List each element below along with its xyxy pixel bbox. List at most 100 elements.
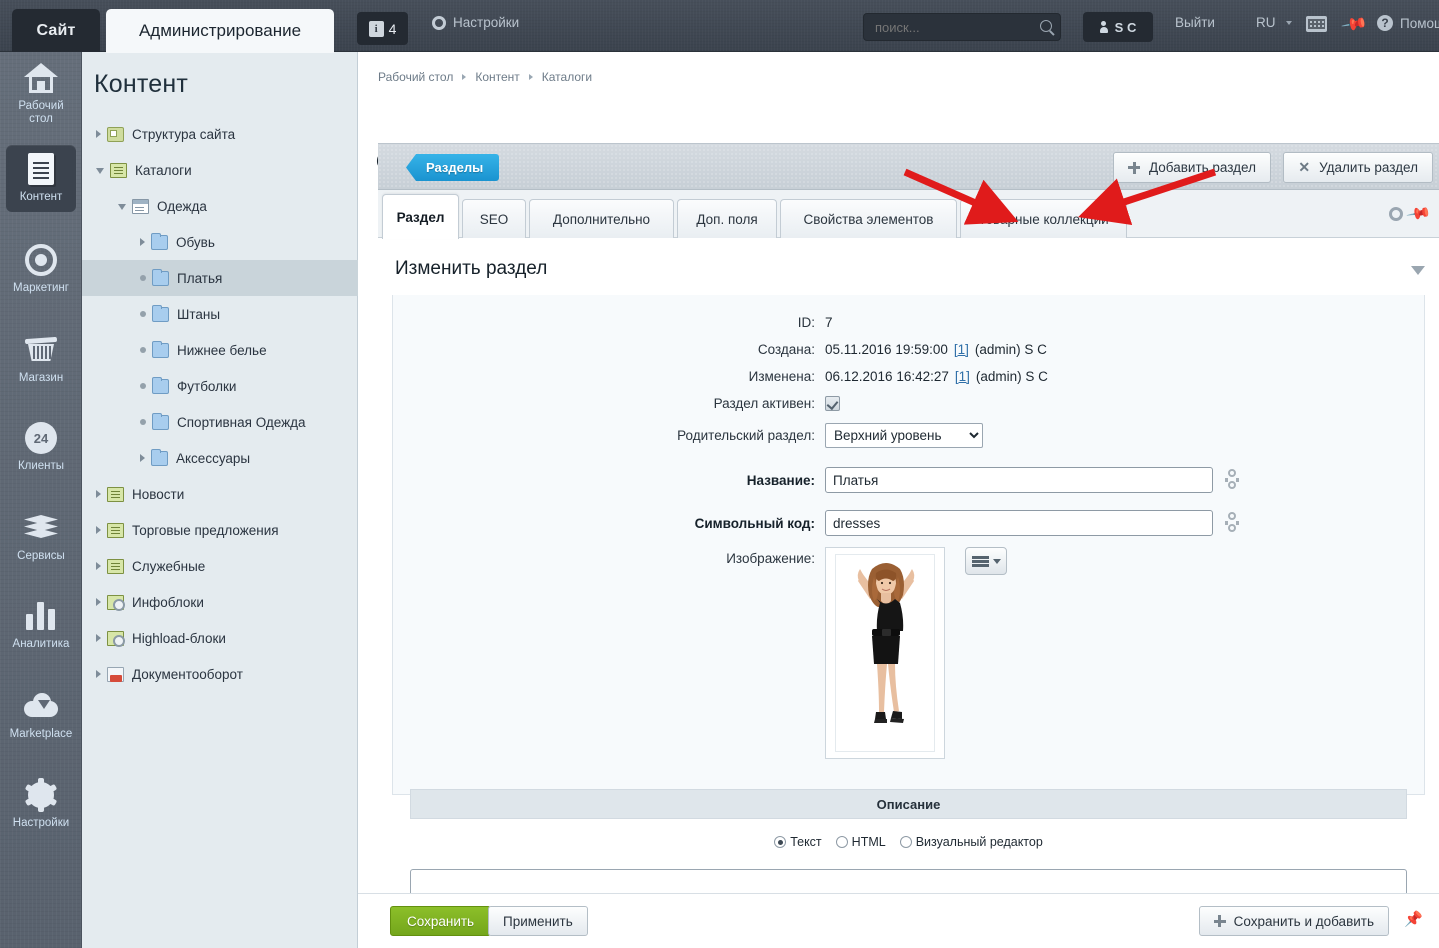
breadcrumb-item-desktop[interactable]: Рабочий стол (378, 70, 453, 84)
rail-label-analytics: Аналитика (11, 638, 72, 651)
save-button[interactable]: Сохранить (390, 906, 491, 936)
search-input[interactable] (873, 14, 1033, 40)
rail-item-settings[interactable]: Настройки (6, 777, 76, 830)
tab-goods-collections[interactable]: Товарные коллекции (960, 199, 1127, 238)
tree-node[interactable]: Спортивная Одежда (82, 404, 358, 440)
rail-item-marketplace[interactable]: Marketplace (6, 688, 76, 741)
chevron-right-icon[interactable] (96, 598, 101, 606)
chevron-right-icon[interactable] (140, 454, 145, 462)
pin-icon[interactable]: 📌 (1404, 910, 1423, 928)
tree-node[interactable]: Highload-блоки (82, 620, 358, 656)
image-label: Изображение: (393, 547, 825, 566)
chevron-right-icon[interactable] (96, 526, 101, 534)
tab-extra-fields[interactable]: Доп. поля (677, 199, 777, 238)
chevron-down-icon[interactable] (1411, 266, 1425, 275)
folder-icon (152, 271, 169, 286)
active-checkbox[interactable] (825, 396, 840, 411)
rail-item-marketing[interactable]: Маркетинг (6, 242, 76, 295)
chevron-down-icon[interactable] (118, 204, 126, 210)
user-menu-button[interactable]: S C (1083, 12, 1153, 42)
gear-icon[interactable] (1389, 207, 1403, 221)
tree-node[interactable]: Нижнее белье (82, 332, 358, 368)
rail-item-services[interactable]: Сервисы (6, 510, 76, 563)
modified-user-link[interactable]: [1] (955, 369, 970, 384)
notifications-button[interactable]: i 4 (357, 12, 408, 45)
chevron-right-icon[interactable] (140, 238, 145, 246)
tree-node[interactable]: Платья (82, 260, 358, 296)
tree-node[interactable]: Новости (82, 476, 358, 512)
tab-additional[interactable]: Дополнительно (529, 199, 674, 238)
tree-node[interactable]: Футболки (82, 368, 358, 404)
chevron-right-icon[interactable] (96, 562, 101, 570)
pin-icon[interactable]: 📌 (1405, 200, 1433, 228)
search-box[interactable] (863, 13, 1061, 41)
parent-section-select[interactable]: Верхний уровень (825, 423, 983, 448)
tree-node[interactable]: Структура сайта (82, 116, 358, 152)
breadcrumb-separator (462, 74, 466, 80)
sections-filter-button[interactable]: Разделы (406, 154, 499, 181)
chevron-right-icon[interactable] (96, 634, 101, 642)
rail-item-clients[interactable]: 24 Клиенты (6, 420, 76, 473)
radio-option-text[interactable]: Текст (774, 835, 821, 849)
settings-link[interactable]: Настройки (432, 15, 519, 30)
rail-item-shop[interactable]: Магазин (6, 332, 76, 385)
image-menu-button[interactable] (965, 547, 1007, 575)
language-label: RU (1256, 15, 1276, 30)
broken-link-icon[interactable] (1225, 468, 1239, 492)
logout-link[interactable]: Выйти (1175, 15, 1215, 30)
tab-element-properties[interactable]: Свойства элементов (780, 199, 957, 238)
chevron-right-icon[interactable] (96, 670, 101, 678)
pin-icon[interactable]: 📌 (1340, 11, 1366, 38)
radio-option-visual-editor[interactable]: Визуальный редактор (900, 835, 1043, 849)
main-navigation-rail: Рабочий стол Контент Маркетинг Магазин 2… (0, 52, 82, 948)
created-user-link[interactable]: [1] (954, 342, 969, 357)
search-icon[interactable] (1040, 20, 1052, 32)
radio-text-input[interactable] (774, 836, 786, 848)
tree-node[interactable]: Каталоги (82, 152, 358, 188)
tree-node[interactable]: Аксессуары (82, 440, 358, 476)
language-selector[interactable]: RU (1256, 15, 1292, 30)
tree-node[interactable]: Одежда (82, 188, 358, 224)
breadcrumb-item-content[interactable]: Контент (475, 70, 519, 84)
rail-label-settings: Настройки (11, 817, 71, 830)
keyboard-icon[interactable] (1306, 16, 1327, 32)
help-link[interactable]: ? Помощь (1377, 15, 1439, 31)
code-input[interactable] (825, 510, 1213, 536)
tree-title: Контент (94, 70, 188, 99)
chevron-right-icon[interactable] (96, 490, 101, 498)
tree-node[interactable]: Обувь (82, 224, 358, 260)
save-and-add-button[interactable]: Сохранить и добавить (1199, 906, 1389, 936)
rail-item-analytics[interactable]: Аналитика (6, 598, 76, 651)
radio-option-html[interactable]: HTML (836, 835, 886, 849)
infoblock-icon (107, 487, 124, 502)
chevron-right-icon[interactable] (96, 130, 101, 138)
name-input[interactable] (825, 467, 1213, 493)
add-section-button[interactable]: Добавить раздел (1113, 152, 1271, 183)
apply-button[interactable]: Применить (488, 906, 588, 936)
infoblock-icon (107, 523, 124, 538)
rail-item-content[interactable]: Контент (6, 145, 76, 212)
site-structure-icon (107, 127, 124, 142)
image-preview-frame (825, 547, 945, 759)
tree-node[interactable]: Инфоблоки (82, 584, 358, 620)
tree-node-label: Инфоблоки (132, 595, 204, 610)
breadcrumb-item-catalogs[interactable]: Каталоги (542, 70, 592, 84)
radio-visual-input[interactable] (900, 836, 912, 848)
chevron-down-icon[interactable] (96, 168, 104, 174)
tab-section[interactable]: Раздел (382, 194, 459, 239)
site-tab[interactable]: Сайт (12, 9, 100, 52)
dress-thumbnail[interactable] (835, 554, 935, 752)
tree-node[interactable]: Торговые предложения (82, 512, 358, 548)
tree-node[interactable]: Служебные (82, 548, 358, 584)
content-tree-panel: Контент Структура сайтаКаталогиОдеждаОбу… (82, 52, 358, 948)
rail-item-desktop[interactable]: Рабочий стол (6, 60, 76, 126)
tab-seo[interactable]: SEO (462, 199, 526, 238)
tree-node[interactable]: Документооборот (82, 656, 358, 692)
broken-link-icon[interactable] (1225, 511, 1239, 535)
admin-tab[interactable]: Администрирование (106, 9, 334, 53)
delete-section-button[interactable]: ✕ Удалить раздел (1283, 152, 1433, 183)
radio-html-input[interactable] (836, 836, 848, 848)
description-section-header: Описание (410, 789, 1407, 819)
rail-label-desktop: Рабочий стол (6, 100, 76, 126)
tree-node[interactable]: Штаны (82, 296, 358, 332)
